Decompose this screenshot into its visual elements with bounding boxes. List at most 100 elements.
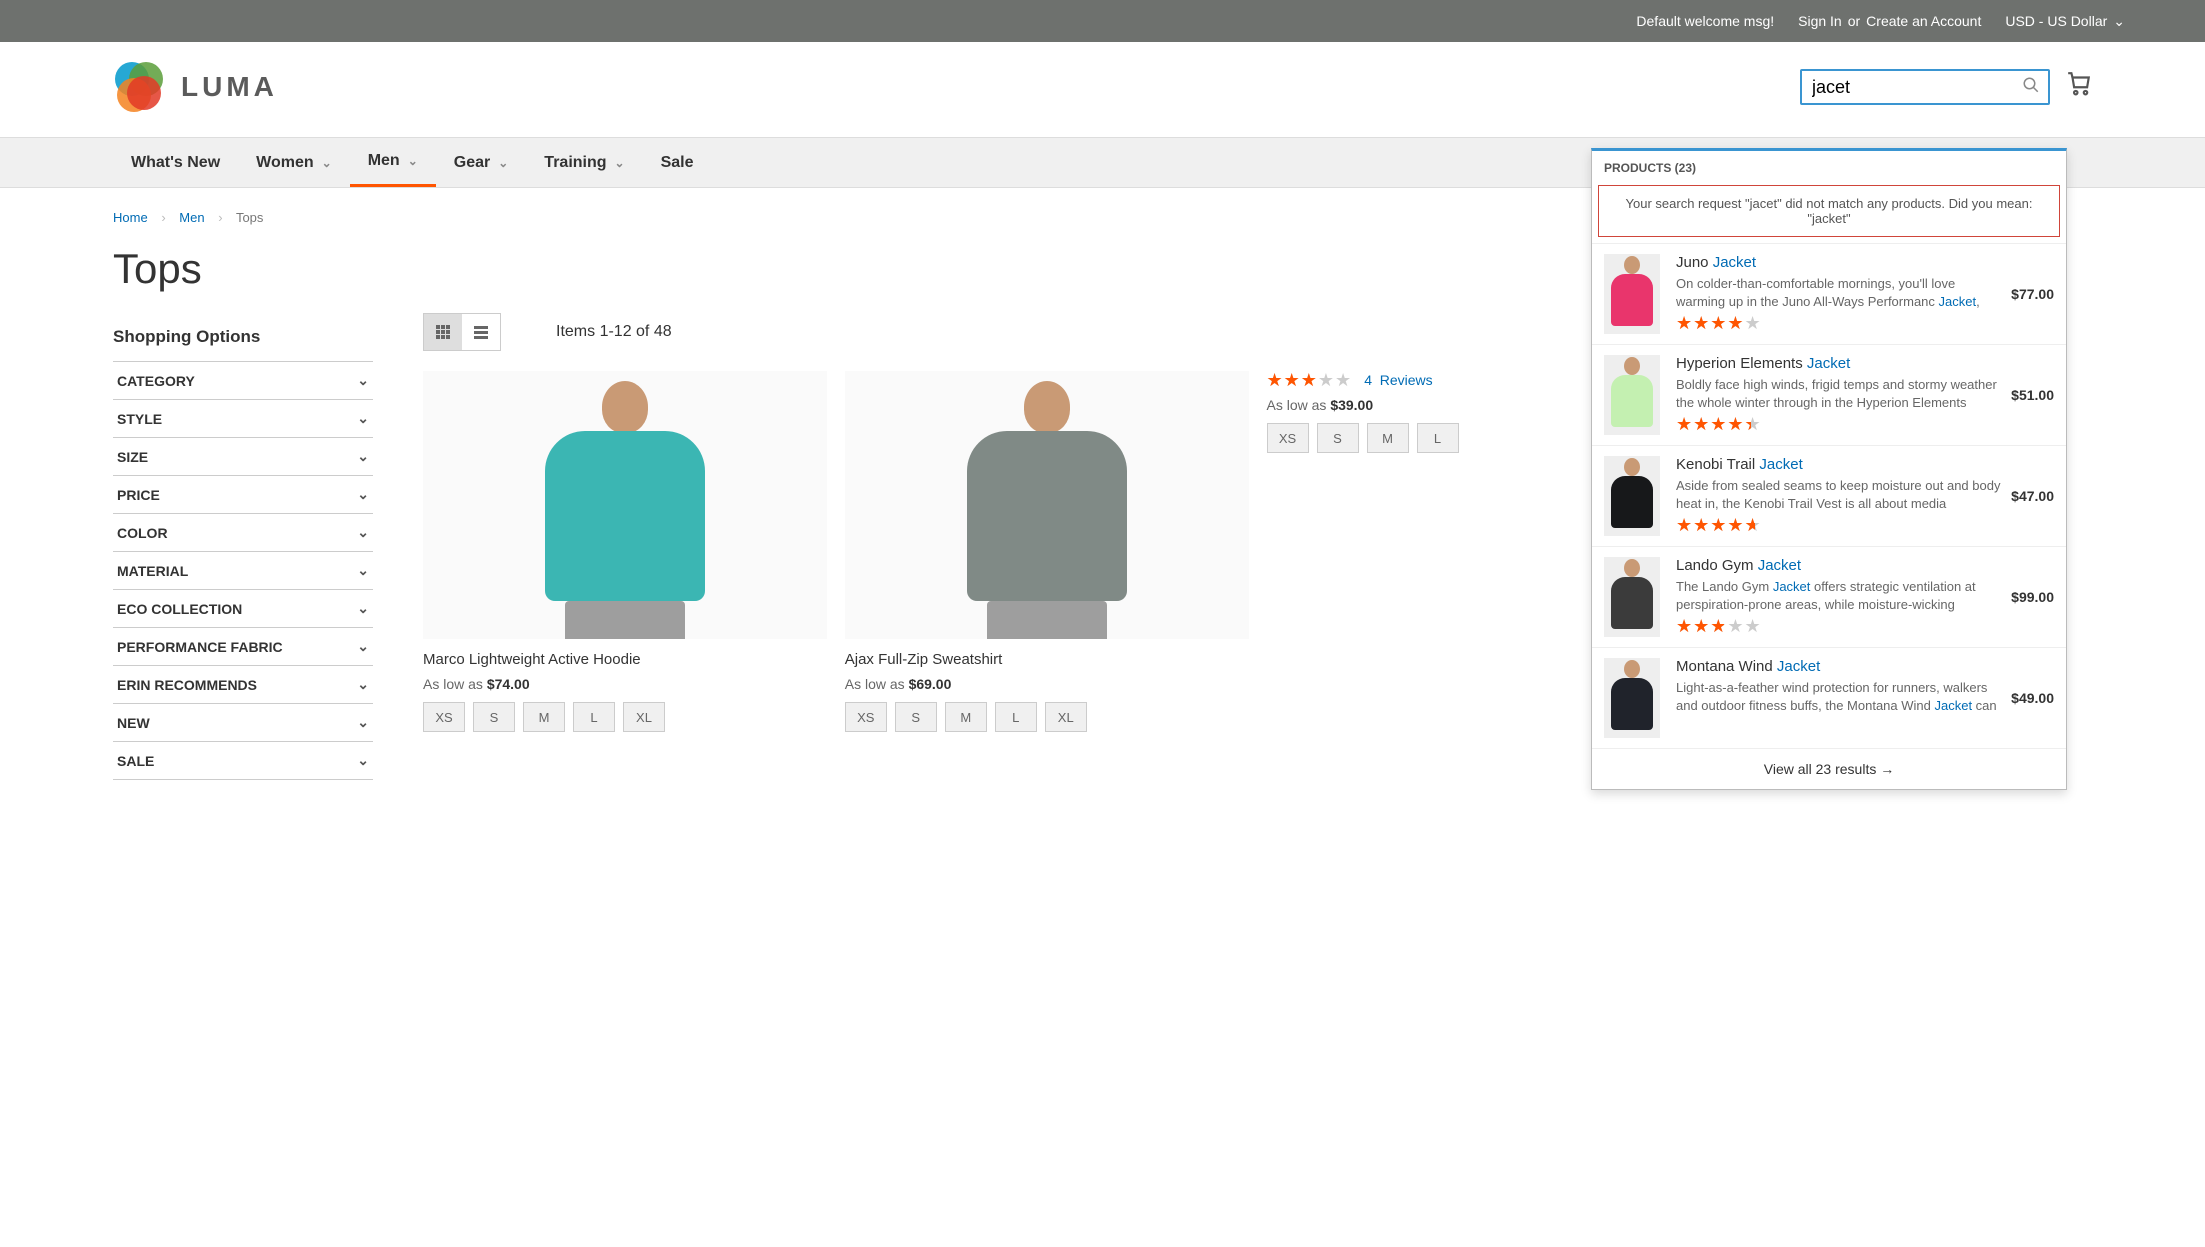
search-icon[interactable] bbox=[2022, 76, 2040, 99]
filter-material[interactable]: MATERIAL ⌄ bbox=[113, 551, 373, 589]
filter-performance-fabric[interactable]: PERFORMANCE FABRIC⌄ bbox=[113, 627, 373, 665]
chevron-down-icon: ⌄ bbox=[357, 600, 369, 617]
product-image[interactable] bbox=[845, 371, 1249, 639]
list-view-button[interactable] bbox=[462, 314, 500, 350]
filter-sale[interactable]: SALE ⌄ bbox=[113, 741, 373, 780]
grid-view-button[interactable] bbox=[424, 314, 462, 350]
filter-label: STYLE bbox=[117, 411, 162, 427]
nav-gear[interactable]: Gear⌄ bbox=[436, 138, 527, 187]
price: As low as $74.00 bbox=[423, 676, 827, 692]
size-swatch[interactable]: L bbox=[573, 702, 615, 732]
logo[interactable]: LUMA bbox=[113, 62, 278, 112]
filter-label: SALE bbox=[117, 753, 154, 769]
currency-switcher[interactable]: USD - US Dollar ⌄ bbox=[2005, 13, 2125, 30]
search-result-desc: The Lando Gym Jacket offers strategic ve… bbox=[1676, 578, 2001, 613]
filter-eco-collection[interactable]: ECO COLLECTION ⌄ bbox=[113, 589, 373, 627]
size-swatch[interactable]: XS bbox=[423, 702, 465, 732]
filter-erin-recommends[interactable]: ERIN RECOMMENDS⌄ bbox=[113, 665, 373, 703]
search-result-thumb bbox=[1604, 557, 1660, 637]
chevron-down-icon: ⌄ bbox=[408, 154, 418, 168]
filter-style[interactable]: STYLE⌄ bbox=[113, 399, 373, 437]
currency-label: USD - US Dollar bbox=[2005, 13, 2107, 29]
search-result-item[interactable]: Montana Wind JacketLight-as-a-feather wi… bbox=[1592, 647, 2066, 748]
filter-color[interactable]: COLOR ⌄ bbox=[113, 513, 373, 551]
chevron-down-icon: ⌄ bbox=[357, 562, 369, 579]
chevron-down-icon: ⌄ bbox=[357, 752, 369, 769]
size-swatch[interactable]: XL bbox=[1045, 702, 1087, 732]
search-box bbox=[1800, 69, 2050, 105]
reviews-link[interactable]: 4 Reviews bbox=[1364, 372, 1432, 388]
search-result-item[interactable]: Juno JacketOn colder-than-comfortable mo… bbox=[1592, 243, 2066, 344]
size-swatches: XS SML XL bbox=[423, 702, 827, 732]
size-swatch[interactable]: S bbox=[1317, 423, 1359, 453]
top-bar: Default welcome msg! Sign In or Create a… bbox=[0, 0, 2205, 42]
rating-stars: ★★★★★★★★★★ bbox=[1676, 617, 1762, 635]
breadcrumb-men[interactable]: Men bbox=[179, 210, 204, 225]
product-image[interactable] bbox=[423, 371, 827, 639]
chevron-down-icon: ⌄ bbox=[357, 714, 369, 731]
search-no-match-notice: Your search request "jacet" did not matc… bbox=[1598, 185, 2060, 237]
search-input[interactable] bbox=[1802, 73, 2048, 102]
filter-price[interactable]: PRICE⌄ bbox=[113, 475, 373, 513]
size-swatch[interactable]: S bbox=[473, 702, 515, 732]
chevron-right-icon: › bbox=[218, 210, 222, 225]
size-swatch[interactable]: M bbox=[1367, 423, 1409, 453]
size-swatch[interactable]: L bbox=[1417, 423, 1459, 453]
size-swatch[interactable]: M bbox=[945, 702, 987, 732]
chevron-down-icon: ⌄ bbox=[357, 372, 369, 389]
filter-size[interactable]: SIZE ⌄ bbox=[113, 437, 373, 475]
search-result-price: $49.00 bbox=[2011, 690, 2054, 706]
filter-label: NEW bbox=[117, 715, 150, 731]
filter-label: SIZE bbox=[117, 449, 148, 465]
filter-label: ECO COLLECTION bbox=[117, 601, 242, 617]
signin-link[interactable]: Sign In bbox=[1798, 13, 1842, 29]
size-swatch[interactable]: M bbox=[523, 702, 565, 732]
search-result-title: Hyperion Elements Jacket bbox=[1676, 355, 2001, 372]
size-swatch[interactable]: XL bbox=[623, 702, 665, 732]
chevron-down-icon: ⌄ bbox=[357, 524, 369, 541]
filter-label: CATEGORY bbox=[117, 373, 195, 389]
search-result-item[interactable]: Hyperion Elements JacketBoldly face high… bbox=[1592, 344, 2066, 445]
search-result-item[interactable]: Kenobi Trail JacketAside from sealed sea… bbox=[1592, 445, 2066, 546]
search-result-title: Montana Wind Jacket bbox=[1676, 658, 2001, 675]
chevron-down-icon: ⌄ bbox=[322, 156, 332, 170]
filter-category[interactable]: CATEGORY ⌄ bbox=[113, 361, 373, 399]
product-name[interactable]: Ajax Full-Zip Sweatshirt bbox=[845, 651, 1249, 668]
product-name[interactable]: Marco Lightweight Active Hoodie bbox=[423, 651, 827, 668]
nav-sale[interactable]: Sale bbox=[643, 138, 712, 187]
search-dropdown-header: PRODUCTS (23) bbox=[1592, 151, 2066, 185]
filter-label: ERIN RECOMMENDS bbox=[117, 677, 257, 693]
size-swatch[interactable]: XS bbox=[845, 702, 887, 732]
create-account-link[interactable]: Create an Account bbox=[1866, 13, 1981, 29]
filter-label: PERFORMANCE FABRIC bbox=[117, 639, 283, 655]
chevron-down-icon: ⌄ bbox=[498, 156, 508, 170]
logo-icon bbox=[113, 62, 163, 112]
size-swatch[interactable]: XS bbox=[1267, 423, 1309, 453]
filter-new[interactable]: NEW ⌄ bbox=[113, 703, 373, 741]
size-swatch[interactable]: S bbox=[895, 702, 937, 732]
search-view-all[interactable]: View all 23 results → bbox=[1592, 748, 2066, 789]
search-result-thumb bbox=[1604, 456, 1660, 536]
filter-label: MATERIAL bbox=[117, 563, 188, 579]
search-result-price: $47.00 bbox=[2011, 488, 2054, 504]
nav-women[interactable]: Women⌄ bbox=[238, 138, 350, 187]
search-result-title: Juno Jacket bbox=[1676, 254, 2001, 271]
search-result-item[interactable]: Lando Gym JacketThe Lando Gym Jacket off… bbox=[1592, 546, 2066, 647]
filter-label: COLOR bbox=[117, 525, 168, 541]
size-swatch[interactable]: L bbox=[995, 702, 1037, 732]
breadcrumb-home[interactable]: Home bbox=[113, 210, 148, 225]
header: LUMA PRODUCTS (23) Your search request "… bbox=[0, 42, 2205, 137]
chevron-down-icon: ⌄ bbox=[357, 448, 369, 465]
size-swatches: XS SML XL bbox=[845, 702, 1249, 732]
search-result-title: Kenobi Trail Jacket bbox=[1676, 456, 2001, 473]
search-result-price: $51.00 bbox=[2011, 387, 2054, 403]
nav-whats-new[interactable]: What's New bbox=[113, 138, 238, 187]
search-dropdown: PRODUCTS (23) Your search request "jacet… bbox=[1591, 148, 2067, 790]
view-switcher bbox=[423, 313, 501, 351]
nav-training[interactable]: Training⌄ bbox=[526, 138, 642, 187]
nav-men[interactable]: Men⌄ bbox=[350, 138, 436, 187]
product-card: Marco Lightweight Active Hoodie As low as… bbox=[423, 371, 827, 732]
chevron-right-icon: › bbox=[161, 210, 165, 225]
cart-icon[interactable] bbox=[2066, 71, 2092, 104]
or-text: or bbox=[1848, 13, 1860, 29]
